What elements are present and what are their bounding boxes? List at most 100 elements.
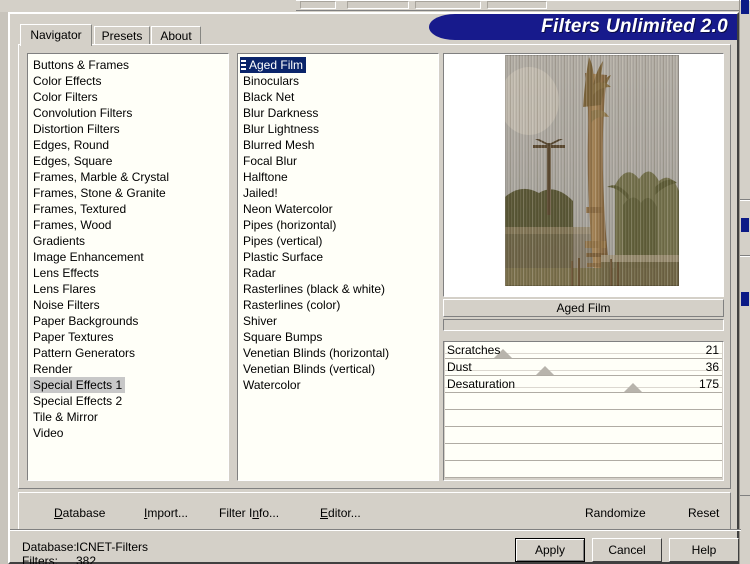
slider-label: Dust (447, 360, 472, 374)
import-button[interactable]: Import... (138, 502, 194, 522)
list-item[interactable]: Square Bumps (240, 329, 325, 345)
background-edge-accent (741, 218, 749, 232)
preview-pane[interactable] (443, 53, 724, 297)
filter-info-button[interactable]: Filter Info... (213, 502, 285, 522)
app-title: Filters Unlimited 2.0 (541, 16, 728, 37)
list-item[interactable]: Shiver (240, 313, 280, 329)
list-item[interactable]: Lens Flares (30, 281, 99, 297)
list-item-selected[interactable]: Aged Film (240, 57, 307, 73)
slider-value: 175 (698, 377, 719, 391)
list-item[interactable]: Venetian Blinds (vertical) (240, 361, 378, 377)
list-item[interactable]: Frames, Marble & Crystal (30, 169, 172, 185)
filters-unlimited-dialog: Filters Unlimited 2.0 Navigator Presets … (8, 12, 741, 564)
list-item[interactable]: Gradients (30, 233, 88, 249)
status-separator (10, 529, 741, 531)
list-item[interactable]: Frames, Stone & Granite (30, 185, 169, 201)
filters-label: Filters: (22, 554, 58, 564)
slider-value: 21 (705, 343, 719, 357)
list-item[interactable]: Rasterlines (black & white) (240, 281, 388, 297)
tab-navigator[interactable]: Navigator (20, 24, 92, 46)
database-button[interactable]: Database (48, 502, 111, 522)
navigator-panel: Buttons & Frames Color Effects Color Fil… (18, 44, 731, 489)
list-item[interactable]: Video (30, 425, 66, 441)
tab-about[interactable]: About (151, 26, 201, 45)
help-button[interactable]: Help (669, 538, 739, 562)
screen: Filters Unlimited 2.0 Navigator Presets … (0, 0, 750, 564)
filter-listbox[interactable]: Aged Film Binoculars Black Net Blur Dark… (237, 53, 439, 481)
list-item[interactable]: Blur Lightness (240, 121, 322, 137)
list-item-selected[interactable]: Special Effects 1 (30, 377, 126, 393)
list-item[interactable]: Halftone (240, 169, 291, 185)
apply-button[interactable]: Apply (515, 538, 585, 562)
progress-bar (443, 319, 724, 331)
list-item[interactable]: Tile & Mirror (30, 409, 101, 425)
slider-label: Scratches (447, 343, 501, 357)
list-item[interactable]: Frames, Textured (30, 201, 129, 217)
list-item[interactable]: Color Filters (30, 89, 101, 105)
list-item[interactable]: Edges, Square (30, 153, 115, 169)
slider-thumb[interactable] (535, 366, 554, 375)
category-listbox[interactable]: Buttons & Frames Color Effects Color Fil… (27, 53, 229, 481)
slider-row-empty[interactable] (445, 410, 722, 427)
slider-row-empty[interactable] (445, 427, 722, 444)
randomize-button[interactable]: Randomize (579, 502, 652, 522)
list-item[interactable]: Jailed! (240, 185, 281, 201)
slider-track (445, 370, 722, 371)
list-item[interactable]: Venetian Blinds (horizontal) (240, 345, 392, 361)
list-item[interactable]: Lens Effects (30, 265, 102, 281)
app-banner: Filters Unlimited 2.0 (429, 14, 737, 40)
list-item[interactable]: Special Effects 2 (30, 393, 125, 409)
preview-image (505, 55, 679, 286)
tab-presets[interactable]: Presets (94, 26, 150, 45)
list-item[interactable]: Image Enhancement (30, 249, 147, 265)
background-toolbar-chip (300, 1, 336, 9)
slider-value: 36 (705, 360, 719, 374)
list-item[interactable]: Paper Backgrounds (30, 313, 141, 329)
command-bar: Database Import... Filter Info... Editor… (18, 492, 731, 530)
list-item[interactable]: Radar (240, 265, 279, 281)
parameter-sliders: Scratches 21 Dust 36 Desaturation 175 (443, 341, 724, 481)
editor-button[interactable]: Editor... (314, 502, 367, 522)
current-filter-name: Aged Film (443, 299, 724, 317)
list-item[interactable]: Noise Filters (30, 297, 103, 313)
list-item[interactable]: Pipes (vertical) (240, 233, 325, 249)
list-item[interactable]: Render (30, 361, 75, 377)
list-item[interactable]: Buttons & Frames (30, 57, 132, 73)
list-item[interactable]: Neon Watercolor (240, 201, 336, 217)
reset-button[interactable]: Reset (682, 502, 725, 522)
background-window-right-edge (739, 0, 750, 564)
list-item[interactable]: Distortion Filters (30, 121, 123, 137)
list-item[interactable]: Watercolor (240, 377, 304, 393)
list-item[interactable]: Frames, Wood (30, 217, 114, 233)
list-item[interactable]: Focal Blur (240, 153, 300, 169)
cancel-button[interactable]: Cancel (592, 538, 662, 562)
slider-row[interactable]: Scratches 21 (445, 342, 722, 359)
slider-row-empty[interactable] (445, 393, 722, 410)
database-label: Database: (22, 540, 77, 554)
list-item[interactable]: Blurred Mesh (240, 137, 317, 153)
list-item[interactable]: Edges, Round (30, 137, 112, 153)
list-item[interactable]: Convolution Filters (30, 105, 135, 121)
list-item[interactable]: Plastic Surface (240, 249, 326, 265)
slider-row[interactable]: Desaturation 175 (445, 376, 722, 393)
slider-row-empty[interactable] (445, 461, 722, 478)
preview-image-svg (505, 55, 679, 286)
list-item[interactable]: Black Net (240, 89, 297, 105)
list-item[interactable]: Color Effects (30, 73, 104, 89)
slider-row[interactable]: Dust 36 (445, 359, 722, 376)
slider-thumb[interactable] (624, 383, 643, 392)
list-item[interactable]: Paper Textures (30, 329, 117, 345)
background-toolbar-chip (415, 1, 481, 9)
background-app-toolbar (0, 0, 750, 12)
background-toolbar-chip (487, 1, 547, 9)
list-item[interactable]: Binoculars (240, 73, 302, 89)
list-item[interactable]: Blur Darkness (240, 105, 321, 121)
background-edge-titlebar (741, 0, 749, 14)
list-item[interactable]: Pipes (horizontal) (240, 217, 339, 233)
slider-row-empty[interactable] (445, 444, 722, 461)
slider-label: Desaturation (447, 377, 516, 391)
preview-column: Aged Film Scratches 21 Dust 36 Desaturat… (443, 53, 724, 481)
background-toolbar-chip (347, 1, 409, 9)
list-item[interactable]: Rasterlines (color) (240, 297, 343, 313)
list-item[interactable]: Pattern Generators (30, 345, 138, 361)
